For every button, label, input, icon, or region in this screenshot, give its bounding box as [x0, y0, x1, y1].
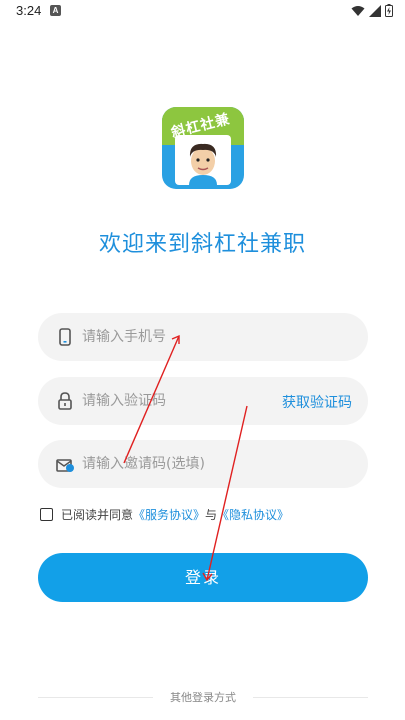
service-agreement-link[interactable]: 《服务协议》 [133, 506, 205, 523]
envelope-icon [56, 459, 74, 472]
welcome-title: 欢迎来到斜杠社兼职 [98, 232, 306, 257]
other-login-divider: 其他登录方式 [38, 689, 368, 705]
status-time: 3:24 [16, 3, 42, 18]
invite-code-field[interactable] [38, 440, 368, 488]
invite-code-input[interactable] [82, 440, 302, 488]
phone-field[interactable] [38, 313, 368, 361]
face-icon [189, 143, 217, 185]
status-bar: 3:24 A [0, 0, 405, 24]
verification-code-input[interactable] [82, 377, 302, 425]
privacy-agreement-link[interactable]: 《隐私协议》 [217, 506, 289, 523]
agreement-conjunction: 与 [205, 507, 218, 522]
battery-icon [385, 4, 393, 17]
logo-portrait-frame [175, 135, 231, 185]
agreement-row: 已阅读并同意 《服务协议》 与 《隐私协议》 [40, 505, 289, 523]
lock-icon [58, 392, 72, 410]
phone-input[interactable] [82, 313, 302, 361]
other-login-label: 其他登录方式 [170, 691, 236, 704]
agreement-checkbox[interactable] [40, 507, 53, 521]
phone-icon [59, 328, 71, 346]
signal-icon [369, 4, 381, 17]
notification-icon: A [50, 5, 61, 16]
app-logo: 斜杠社兼职 [162, 107, 244, 189]
wifi-icon [351, 5, 365, 16]
agreement-prefix: 已阅读并同意 [61, 507, 134, 522]
get-code-button[interactable]: 获取验证码 [282, 392, 352, 412]
login-button[interactable]: 登录 [38, 553, 368, 602]
verification-code-field[interactable]: 获取验证码 [38, 377, 368, 425]
status-icons [351, 4, 393, 17]
